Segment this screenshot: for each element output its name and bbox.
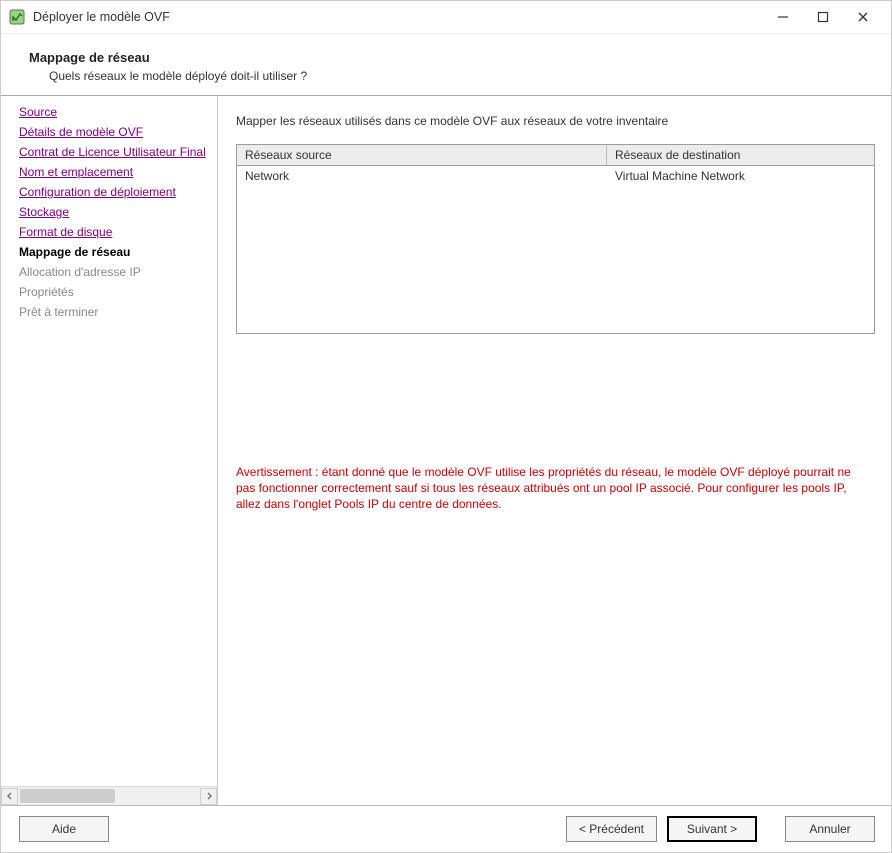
step-eula[interactable]: Contrat de Licence Utilisateur Final	[19, 142, 217, 162]
sidebar-horizontal-scrollbar[interactable]	[1, 786, 217, 805]
step-deployment-config[interactable]: Configuration de déploiement	[19, 182, 217, 202]
step-subtitle: Quels réseaux le modèle déployé doit-il …	[29, 65, 871, 83]
table-header-row: Réseaux source Réseaux de destination	[237, 145, 874, 166]
wizard-body: Source Détails de modèle OVF Contrat de …	[1, 95, 891, 805]
step-network-mapping: Mappage de réseau	[19, 242, 217, 262]
step-ip-allocation: Allocation d'adresse IP	[19, 262, 217, 282]
step-list: Source Détails de modèle OVF Contrat de …	[1, 96, 217, 786]
wizard-sidebar: Source Détails de modèle OVF Contrat de …	[1, 96, 218, 805]
warning-text: Avertissement : étant donné que le modèl…	[236, 464, 856, 513]
wizard-header: Mappage de réseau Quels réseaux le modèl…	[1, 34, 891, 95]
step-properties: Propriétés	[19, 282, 217, 302]
app-icon	[9, 9, 25, 25]
wizard-window: Déployer le modèle OVF Mappage de réseau…	[0, 0, 892, 853]
back-button[interactable]: < Précédent	[566, 816, 657, 842]
table-row[interactable]: Network Virtual Machine Network	[237, 166, 874, 186]
step-source[interactable]: Source	[19, 102, 217, 122]
cancel-button[interactable]: Annuler	[785, 816, 875, 842]
instruction-text: Mapper les réseaux utilisés dans ce modè…	[236, 114, 875, 128]
scroll-thumb[interactable]	[20, 789, 115, 803]
column-source-networks[interactable]: Réseaux source	[237, 145, 607, 165]
step-title: Mappage de réseau	[29, 50, 871, 65]
maximize-button[interactable]	[803, 3, 843, 31]
column-destination-networks[interactable]: Réseaux de destination	[607, 145, 874, 165]
wizard-footer: Aide < Précédent Suivant > Annuler	[1, 805, 891, 852]
step-storage[interactable]: Stockage	[19, 202, 217, 222]
scroll-right-arrow[interactable]	[200, 788, 217, 805]
destination-network-cell[interactable]: Virtual Machine Network	[607, 166, 874, 186]
close-button[interactable]	[843, 3, 883, 31]
step-details[interactable]: Détails de modèle OVF	[19, 122, 217, 142]
scroll-left-arrow[interactable]	[1, 788, 18, 805]
step-name-location[interactable]: Nom et emplacement	[19, 162, 217, 182]
next-button[interactable]: Suivant >	[667, 816, 757, 842]
scroll-track[interactable]	[18, 788, 200, 805]
content-panel: Mapper les réseaux utilisés dans ce modè…	[218, 96, 891, 805]
network-mapping-table: Réseaux source Réseaux de destination Ne…	[236, 144, 875, 334]
help-button[interactable]: Aide	[19, 816, 109, 842]
window-controls	[763, 3, 883, 31]
step-ready: Prêt à terminer	[19, 302, 217, 322]
title-bar: Déployer le modèle OVF	[1, 1, 891, 34]
source-network-cell: Network	[237, 166, 607, 186]
minimize-button[interactable]	[763, 3, 803, 31]
window-title: Déployer le modèle OVF	[33, 10, 763, 24]
step-disk-format[interactable]: Format de disque	[19, 222, 217, 242]
